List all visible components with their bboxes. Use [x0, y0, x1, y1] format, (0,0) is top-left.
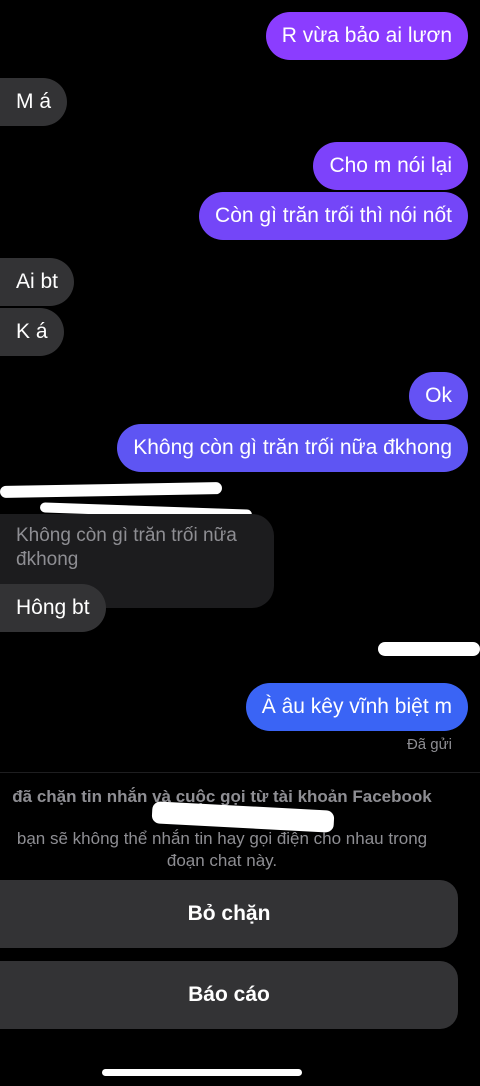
- received-message[interactable]: Ai bt: [0, 258, 75, 306]
- sent-message[interactable]: R vừa bảo ai lươn: [265, 12, 468, 60]
- divider: [0, 772, 480, 773]
- sent-message[interactable]: À âu kêy vĩnh biệt m: [245, 683, 468, 731]
- home-indicator[interactable]: [102, 1069, 302, 1076]
- received-message[interactable]: K á: [0, 308, 64, 356]
- block-notice-subtitle: bạn sẽ không thể nhắn tin hay gọi điện c…: [16, 829, 428, 870]
- sent-message[interactable]: Cho m nói lại: [313, 142, 468, 190]
- sent-status: Đã gửi: [406, 736, 452, 753]
- sent-message[interactable]: Còn gì trăn trối thì nói nốt: [199, 192, 468, 240]
- redaction-scribble: [0, 482, 223, 498]
- report-button[interactable]: Báo cáo: [0, 961, 458, 1029]
- received-message[interactable]: Hông bt: [0, 584, 106, 632]
- received-message[interactable]: M á: [0, 78, 68, 126]
- sent-message[interactable]: Ok: [409, 372, 468, 420]
- redaction-scribble: [378, 642, 480, 656]
- sent-message[interactable]: Không còn gì trăn trối nữa đkhong: [117, 424, 468, 472]
- unblock-button[interactable]: Bỏ chặn: [0, 880, 458, 948]
